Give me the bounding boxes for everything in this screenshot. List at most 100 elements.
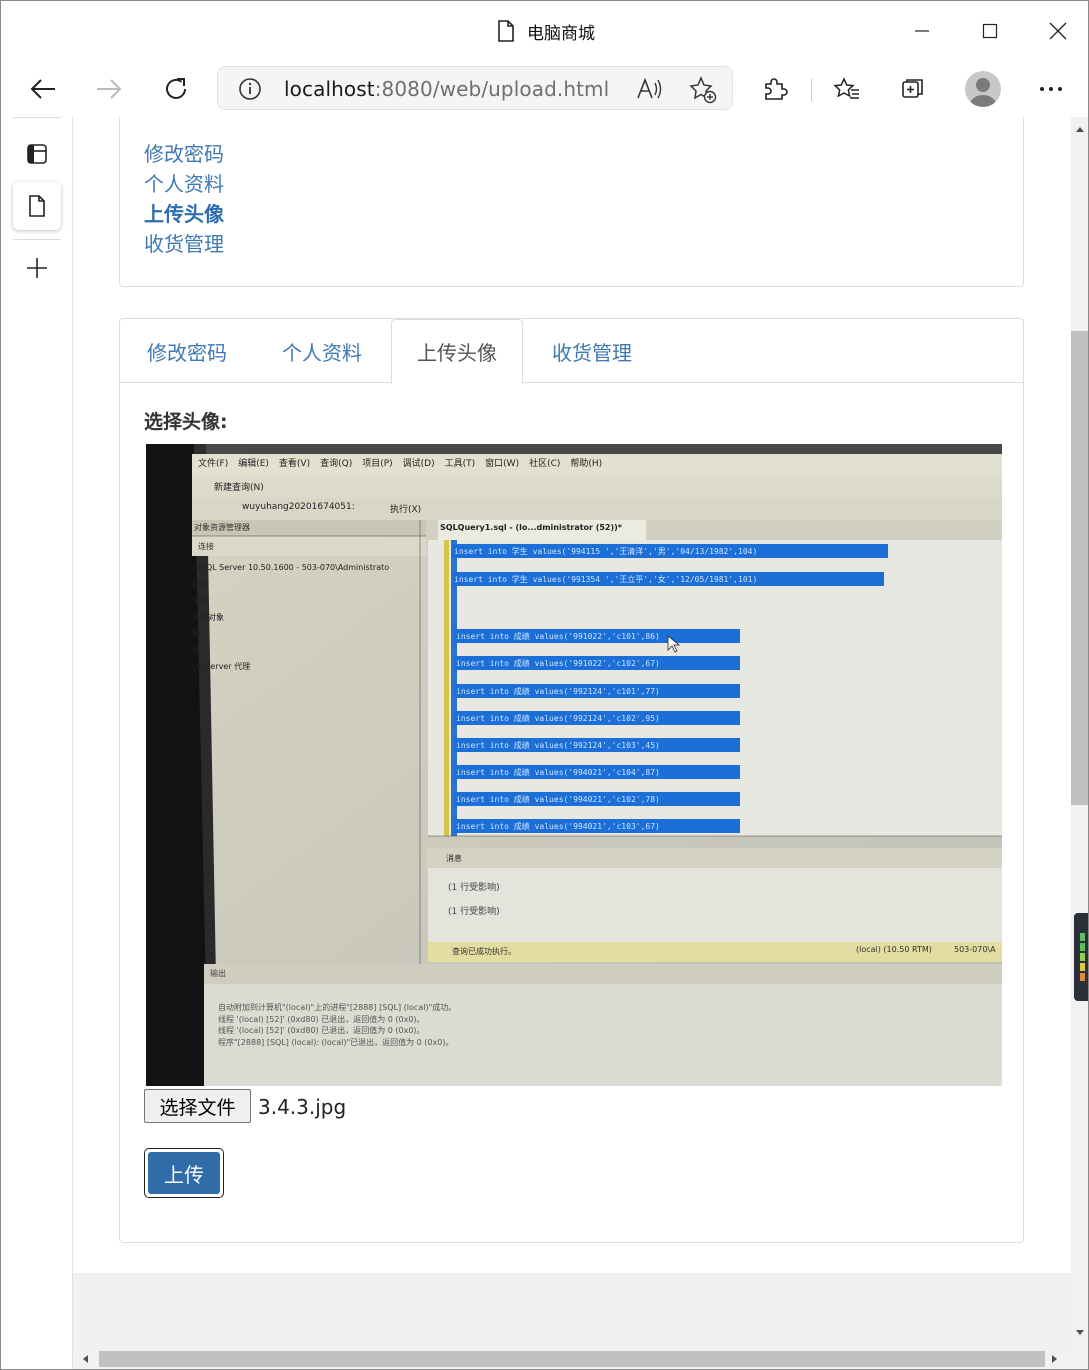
scroll-left-icon[interactable] (81, 1354, 89, 1364)
output-line: 线程 '(local) [52]' (0xd80) 已退出，返回值为 0 (0x… (218, 1014, 425, 1024)
account-menu-panel: 修改密码 个人资料 上传头像 收货管理 (119, 117, 1024, 287)
sql-line: insert into 学生 values('991354 ','王立平','女… (454, 575, 758, 584)
favorites-button[interactable] (827, 69, 867, 109)
choose-file-button[interactable]: 选择文件 (144, 1089, 251, 1123)
menu-link-upload-avatar[interactable]: 上传头像 (144, 198, 224, 227)
upload-panel: 修改密码 个人资料 上传头像 收货管理 选择头像: 文件(F) 编辑(E) 查看… (119, 318, 1024, 1243)
upload-button[interactable]: 上传 (148, 1152, 220, 1194)
sql-line: insert into 成绩 values('992124','c103',45… (456, 741, 660, 750)
tab-profile[interactable]: 个人资料 (254, 319, 390, 383)
menu-window: 窗口(W) (485, 459, 520, 469)
sql-line: insert into 成绩 values('994021','c102',78… (456, 795, 660, 804)
sql-line: insert into 学生 values('994115 ','王清洋','男… (454, 547, 758, 556)
profile-avatar[interactable] (965, 71, 1001, 107)
preview-output: 自动附加到计算机"(local)"上的进程"[2888] [SQL] (loca… (218, 1002, 456, 1048)
refresh-button[interactable] (156, 69, 196, 109)
refresh-icon (166, 78, 186, 99)
upload-button-focus-ring: 上传 (144, 1148, 224, 1198)
forward-button[interactable] (89, 69, 129, 109)
more-icon (1040, 87, 1062, 91)
scroll-right-icon[interactable] (1051, 1354, 1059, 1364)
tab-actions-icon (27, 144, 47, 164)
preview-query-tab: SQLQuery1.sql - (lo...dministrator (52))… (440, 523, 622, 532)
puzzle-icon (765, 78, 788, 100)
tab-actions-button[interactable] (13, 130, 61, 178)
maximize-button[interactable] (960, 11, 1020, 51)
address-bar[interactable]: localhost:8080/web/upload.html (217, 66, 733, 110)
menu-link-address[interactable]: 收货管理 (144, 228, 224, 257)
tree-item: QL Server 代理 (192, 662, 251, 671)
preview-db-name: wuyuhang20201674051: (242, 502, 355, 512)
plus-icon (27, 258, 47, 278)
sql-line: insert into 成绩 values('991022','c102',67… (456, 659, 660, 668)
level-meter-icon (1080, 933, 1085, 981)
menu-link-change-password[interactable]: 修改密码 (144, 138, 224, 167)
menu-help: 帮助(H) (570, 459, 603, 469)
url-path: :8080/web/upload.html (374, 77, 610, 101)
vertical-scroll-thumb[interactable] (1071, 331, 1088, 805)
tab-strip-divider (13, 239, 61, 240)
menu-tools: 工具(T) (444, 459, 476, 469)
tab-bar: 修改密码 个人资料 上传头像 收货管理 (120, 319, 1023, 384)
read-aloud-icon[interactable] (636, 77, 664, 101)
arrow-left-icon (30, 79, 55, 99)
preview-execute: 执行(X) (390, 505, 422, 515)
toolbar-separator (811, 79, 812, 101)
maximize-icon (982, 23, 998, 39)
preview-new-query: 新建查询(N) (214, 483, 264, 493)
collections-icon (902, 79, 923, 98)
settings-more-button[interactable] (1031, 69, 1071, 109)
add-favorite-icon[interactable] (689, 76, 717, 104)
tab-upload-avatar[interactable]: 上传头像 (391, 319, 523, 384)
tree-item: 理 (192, 645, 200, 655)
preview-status-ok: 查询已成功执行。 (452, 947, 516, 956)
browser-toolbar: localhost:8080/web/upload.html (1, 61, 1088, 117)
preview-photo (146, 444, 1002, 1086)
menu-link-profile[interactable]: 个人资料 (144, 168, 224, 197)
sql-line: insert into 成绩 values('994021','c103',67… (456, 822, 660, 831)
minimize-button[interactable] (892, 11, 952, 51)
close-icon (1049, 22, 1067, 40)
window-title: 电脑商城 (497, 18, 595, 44)
page-icon (29, 195, 45, 217)
avatar-preview-image: 文件(F) 编辑(E) 查看(V) 查询(Q) 项目(P) 调试(D) 工具(T… (146, 444, 1002, 1086)
side-meter-widget[interactable] (1074, 913, 1088, 1001)
preview-status-user: 503-070\A (954, 945, 996, 954)
menu-file: 文件(F) (198, 459, 229, 469)
selected-file-name: 3.4.3.jpg (258, 1095, 347, 1119)
scroll-down-icon[interactable] (1075, 1329, 1085, 1337)
browser-window: 电脑商城 localhost:8080/web/upload.html 修改密码… (0, 0, 1089, 1370)
sql-line: insert into 成绩 values('992124','c101',77… (456, 687, 660, 696)
tab-current-page[interactable] (13, 182, 61, 230)
preview-message: (1 行受影响) (448, 907, 500, 917)
menu-community: 社区(C) (529, 459, 561, 469)
url-host: localhost (284, 77, 375, 101)
tree-item: ) (SQL Server 10.50.1600 - 503-070\Admin… (192, 563, 390, 572)
page-viewport: 修改密码 个人资料 上传头像 收货管理 修改密码 个人资料 上传头像 收货管理 … (73, 117, 1071, 1349)
back-button[interactable] (23, 69, 63, 109)
page-footer-area (73, 1273, 1071, 1349)
collections-button[interactable] (893, 69, 933, 109)
scroll-up-icon[interactable] (1075, 125, 1085, 133)
extensions-button[interactable] (755, 69, 795, 109)
tab-address[interactable]: 收货管理 (524, 319, 660, 383)
tab-change-password[interactable]: 修改密码 (120, 319, 254, 383)
sql-line: insert into 成绩 values('992124','c102',95… (456, 714, 660, 723)
tree-item: 据库 (192, 579, 208, 589)
menu-view: 查看(V) (278, 459, 311, 469)
sql-line: insert into 成绩 values('991022','c101',86… (456, 632, 660, 641)
output-line: 线程 '(local) [52]' (0xd80) 已退出，返回值为 0 (0x… (218, 1026, 425, 1035)
preview-output-title: 输出 (210, 969, 226, 978)
close-button[interactable] (1028, 11, 1088, 51)
preview-status-server: (local) (10.50 RTM) (856, 945, 932, 954)
preview-message: (1 行受影响) (448, 883, 500, 893)
horizontal-scroll-thumb[interactable] (99, 1351, 1045, 1367)
favorites-icon (833, 77, 859, 99)
preview-messages-tab: 消息 (446, 854, 462, 863)
info-icon (239, 78, 261, 100)
new-tab-button[interactable] (13, 244, 61, 292)
window-title-text: 电脑商城 (527, 23, 595, 44)
url-text: localhost:8080/web/upload.html (284, 77, 609, 101)
avatar-label: 选择头像: (144, 411, 228, 433)
title-bar: 电脑商城 (1, 1, 1088, 61)
